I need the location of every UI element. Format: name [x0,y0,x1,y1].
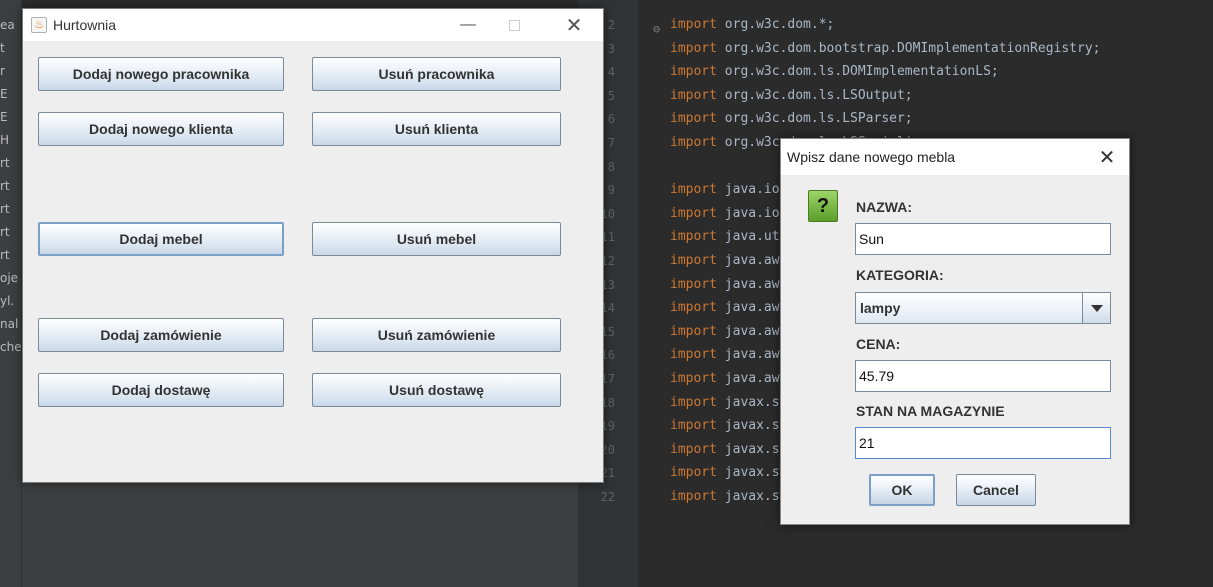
project-tree-item[interactable]: rt [0,156,22,174]
project-tree-item[interactable]: E [0,110,22,128]
project-tree-item[interactable]: E [0,87,22,105]
project-tree-item[interactable]: rt [0,248,22,266]
price-label: CENA: [856,336,901,352]
remove-client-button[interactable]: Usuń klienta [312,112,561,146]
code-line[interactable]: import org.w3c.dom.bootstrap.DOMImplemen… [670,41,1100,56]
ok-button[interactable]: OK [869,474,935,506]
project-tree-item[interactable]: che [0,340,22,358]
java-app-icon: ♨ [31,17,47,33]
add-order-button[interactable]: Dodaj zamówienie [38,318,284,352]
name-field[interactable] [855,223,1111,255]
remove-order-button[interactable]: Usuń zamówienie [312,318,561,352]
price-field[interactable] [855,360,1111,392]
new-furniture-dialog: Wpisz dane nowego mebla ✕ ? NAZWA: KATEG… [780,138,1130,525]
ide-panel-background [22,480,582,587]
minimize-icon[interactable]: — [445,9,491,41]
dialog-title: Wpisz dane nowego mebla [787,149,956,165]
project-tree-item[interactable]: rt [0,225,22,243]
close-icon[interactable]: ✕ [551,9,597,41]
project-tree-item[interactable]: t [0,41,22,59]
category-selected-value: lampy [860,300,901,316]
name-label: NAZWA: [856,199,912,215]
project-tree-item[interactable]: r [0,64,22,82]
project-tree-item[interactable]: H [0,133,22,151]
question-icon: ? [808,190,838,222]
project-tree-item[interactable]: rt [0,202,22,220]
project-tree-item[interactable]: nal [0,317,22,335]
dialog-close-icon[interactable]: ✕ [1095,144,1119,170]
project-tree-item[interactable]: ea [0,18,22,36]
remove-furniture-button[interactable]: Usuń mebel [312,222,561,256]
code-line[interactable]: import org.w3c.dom.ls.LSParser; [670,111,913,126]
category-label: KATEGORIA: [856,267,944,283]
add-client-button[interactable]: Dodaj nowego klienta [38,112,284,146]
category-select[interactable]: lampy [855,292,1111,324]
project-tree-item[interactable]: yl. [0,294,22,312]
add-furniture-button[interactable]: Dodaj mebel [38,222,284,256]
remove-employee-button[interactable]: Usuń pracownika [312,57,561,91]
remove-delivery-button[interactable]: Usuń dostawę [312,373,561,407]
maximize-icon[interactable] [491,9,537,41]
line-number: 22 [600,490,615,504]
code-line[interactable]: import org.w3c.dom.*; [670,17,834,32]
stock-label: STAN NA MAGAZYNIE [856,403,1005,419]
hurtownia-window: ♨ Hurtownia — ✕ Dodaj nowego pracownika … [22,8,604,483]
cancel-button[interactable]: Cancel [956,474,1036,506]
project-tree-item[interactable]: oje [0,271,22,289]
window-title: Hurtownia [53,17,117,33]
fold-marker-icon[interactable]: ⊖ [653,22,660,36]
code-line[interactable]: import org.w3c.dom.ls.DOMImplementationL… [670,64,999,79]
chevron-down-icon[interactable] [1082,293,1110,323]
add-employee-button[interactable]: Dodaj nowego pracownika [38,57,284,91]
dialog-titlebar[interactable]: Wpisz dane nowego mebla ✕ [781,139,1129,175]
window-titlebar[interactable]: ♨ Hurtownia — ✕ [23,9,603,41]
add-delivery-button[interactable]: Dodaj dostawę [38,373,284,407]
project-tree-item[interactable]: rt [0,179,22,197]
ide-project-panel: ea t r E E Hrt rt rt rt rt oje yl. nal che [0,0,22,587]
stock-field[interactable] [855,427,1111,459]
code-line[interactable]: import org.w3c.dom.ls.LSOutput; [670,88,913,103]
